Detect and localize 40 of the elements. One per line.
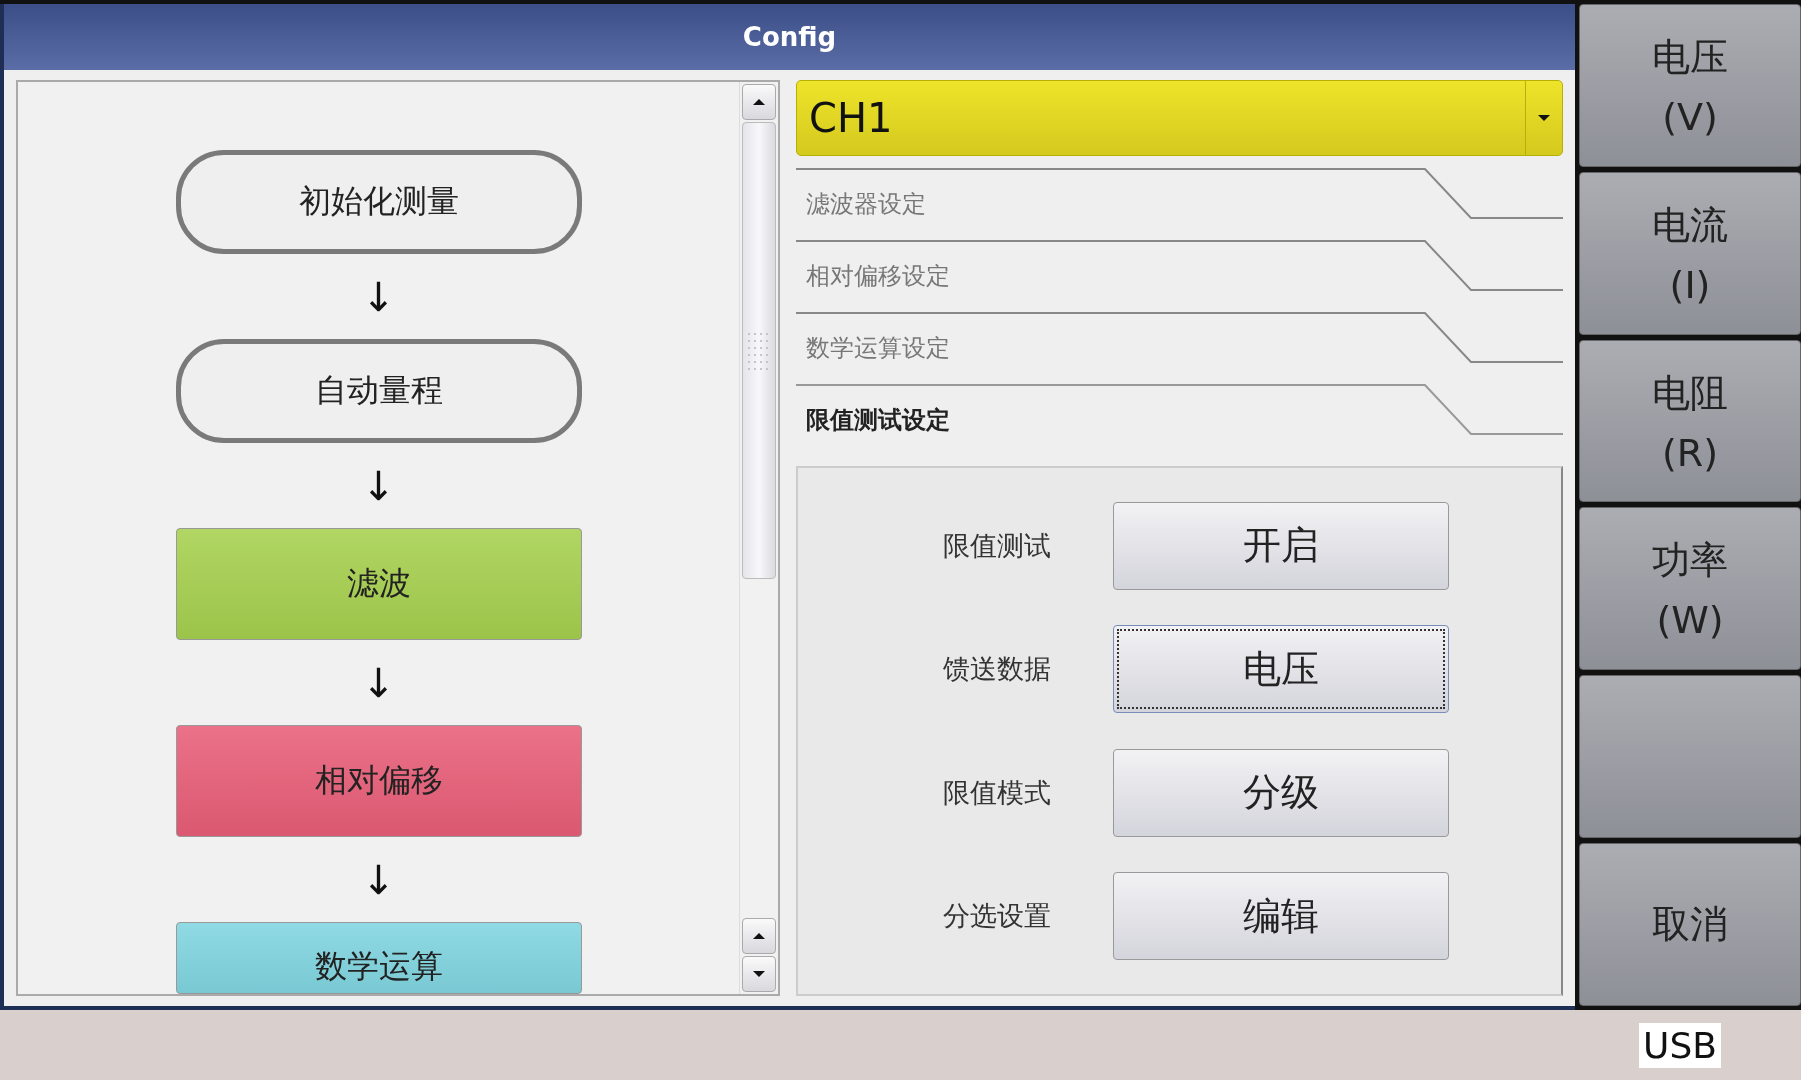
scrollbar[interactable]: [739, 82, 778, 994]
flow-arrow: ↓: [361, 461, 396, 511]
setting-label: 限值模式: [942, 775, 1052, 810]
softkey-button[interactable]: [1579, 675, 1801, 839]
softkey-button[interactable]: 电压 (V): [1579, 4, 1801, 167]
tab[interactable]: 限值测试设定: [796, 384, 1563, 456]
scroll-up-button[interactable]: [742, 84, 776, 120]
softkey-button[interactable]: 取消: [1579, 843, 1801, 1006]
setting-label: 限值测试: [942, 528, 1052, 563]
setting-button[interactable]: 开启: [1113, 501, 1449, 590]
flow-step[interactable]: 相对偏移: [175, 725, 582, 837]
dropdown-caret-icon: [1537, 114, 1551, 122]
up-arrow-icon: [752, 98, 766, 106]
flow-step[interactable]: 自动量程: [175, 339, 582, 443]
tab[interactable]: 滤波器设定: [796, 168, 1563, 240]
flow-arrow: ↓: [361, 658, 396, 708]
setting-button[interactable]: 编辑: [1113, 872, 1449, 961]
setting-label: 分选设置: [942, 899, 1052, 934]
window-title: Config: [742, 22, 837, 52]
up-arrow-icon: [752, 932, 766, 940]
flow-arrow: ↓: [361, 272, 396, 322]
tab[interactable]: 数学运算设定: [796, 312, 1563, 384]
setting-button[interactable]: 电压: [1113, 625, 1449, 714]
softkey-button[interactable]: 功率 (W): [1579, 507, 1801, 671]
scroll-down-button[interactable]: [742, 956, 776, 992]
scroll-up-button[interactable]: [742, 918, 776, 954]
setting-label: 馈送数据: [942, 652, 1052, 687]
scrollbar-thumb[interactable]: [742, 122, 776, 579]
flow-step[interactable]: 初始化测量: [175, 150, 582, 254]
channel-dropdown[interactable]: CH1: [796, 80, 1563, 156]
softkey-button[interactable]: 电流 (I): [1579, 171, 1801, 335]
setting-button[interactable]: 分级: [1113, 748, 1449, 837]
down-arrow-icon: [752, 970, 766, 978]
usb-indicator: USB: [1639, 1022, 1721, 1068]
flow-step[interactable]: 滤波: [175, 528, 582, 640]
softkey-button[interactable]: 电阻 (R): [1579, 339, 1801, 503]
flow-arrow: ↓: [361, 855, 396, 905]
grip-icon: [747, 330, 771, 371]
flow-step[interactable]: 数学运算: [175, 922, 582, 994]
tab[interactable]: 相对偏移设定: [796, 240, 1563, 312]
